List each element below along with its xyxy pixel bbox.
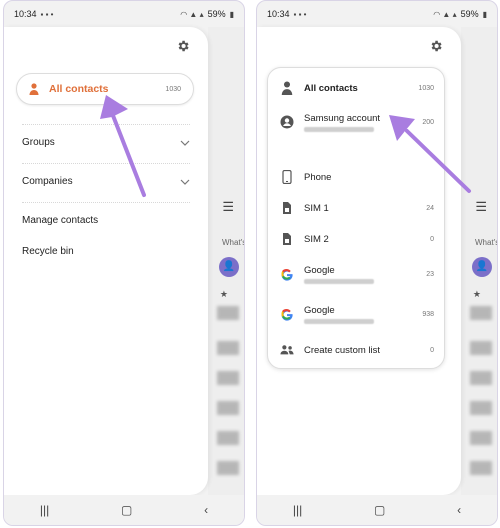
recycle-bin-item[interactable]: Recycle bin xyxy=(22,246,190,257)
status-time: 10:34 xyxy=(267,9,290,19)
source-count: 0 xyxy=(430,346,434,354)
blurred-contact xyxy=(217,401,239,415)
contacts-source-dropdown: All contacts 1030 Samsung account 200 Ph… xyxy=(267,67,445,369)
blurred-contact xyxy=(470,431,492,445)
navigation-drawer: All contacts 1030 Samsung account 200 Ph… xyxy=(257,27,461,495)
left-phone-screen: 10:34 ▪ ▪ • ◠ ▲ ▴ 59% ▮ ☰ What's 👤 ★ All… xyxy=(3,0,245,526)
home-icon[interactable]: ▢ xyxy=(374,503,385,517)
source-item-samsung-account[interactable]: Samsung account 200 xyxy=(268,108,444,136)
blurred-contact xyxy=(217,371,239,385)
avatar-icon[interactable]: 👤 xyxy=(219,257,239,277)
source-item-create-custom-list[interactable]: Create custom list 0 xyxy=(268,338,444,362)
recents-icon[interactable]: ||| xyxy=(40,503,49,517)
chevron-down-icon xyxy=(180,140,190,146)
notification-icons: ▪ ▪ • xyxy=(40,9,54,19)
hamburger-icon[interactable]: ☰ xyxy=(222,199,234,215)
blurred-contact xyxy=(470,341,492,355)
source-count: 1030 xyxy=(418,84,434,92)
blurred-contact xyxy=(470,306,492,320)
home-icon[interactable]: ▢ xyxy=(121,503,132,517)
source-item-sim-2[interactable]: SIM 2 0 xyxy=(268,227,444,251)
blurred-contact xyxy=(217,461,239,475)
source-label: SIM 2 xyxy=(304,233,329,245)
phone-icon xyxy=(282,170,292,184)
notification-icons: ▪ ▪ • xyxy=(293,9,307,19)
recycle-bin-label: Recycle bin xyxy=(22,246,74,257)
blurred-contact xyxy=(470,371,492,385)
battery-text: 59% xyxy=(460,9,479,19)
status-bar: 10:34 ▪ ▪ • ◠ ▲ ▴ 59% ▮ xyxy=(257,1,497,27)
companies-label: Companies xyxy=(22,176,73,187)
status-bar: 10:34 ▪ ▪ • ◠ ▲ ▴ 59% ▮ xyxy=(4,1,244,27)
blurred-account-email xyxy=(304,319,374,324)
person-icon xyxy=(281,81,293,95)
whats-new-text: What's xyxy=(222,238,244,247)
source-count: 200 xyxy=(422,118,434,126)
divider xyxy=(22,163,190,164)
signal-icons: ◠ ▲ ▴ xyxy=(433,9,457,19)
source-count: 24 xyxy=(426,204,434,212)
source-label: Create custom list xyxy=(304,344,381,356)
blurred-contact xyxy=(470,461,492,475)
battery-icon: ▮ xyxy=(482,9,487,19)
source-item-google[interactable]: Google 938 xyxy=(268,300,444,328)
all-contacts-button[interactable]: All contacts 1030 xyxy=(16,73,194,105)
blurred-contact xyxy=(217,306,239,320)
recents-icon[interactable]: ||| xyxy=(293,503,302,517)
group-icon xyxy=(280,345,294,355)
back-icon[interactable]: ‹ xyxy=(204,503,208,517)
companies-item[interactable]: Companies xyxy=(22,176,190,187)
source-item-google[interactable]: Google 23 xyxy=(268,260,444,288)
avatar-icon[interactable]: 👤 xyxy=(472,257,492,277)
source-label: Google xyxy=(304,304,335,316)
sim-icon xyxy=(283,202,291,214)
blurred-contact xyxy=(217,431,239,445)
sim-icon xyxy=(283,233,291,245)
navigation-drawer: All contacts 1030 Groups Companies Manag… xyxy=(4,27,208,495)
blurred-account-email xyxy=(304,279,374,284)
battery-text: 59% xyxy=(207,9,226,19)
all-contacts-label: All contacts xyxy=(49,83,109,95)
manage-contacts-label: Manage contacts xyxy=(22,215,99,226)
settings-gear-icon[interactable] xyxy=(429,39,443,53)
system-navigation-bar: ||| ▢ ‹ xyxy=(4,495,244,525)
source-label: Google xyxy=(304,264,335,276)
star-icon: ★ xyxy=(219,289,228,299)
person-icon xyxy=(29,83,39,95)
status-time: 10:34 xyxy=(14,9,37,19)
source-item-all-contacts[interactable]: All contacts 1030 xyxy=(268,76,444,100)
source-item-sim-1[interactable]: SIM 1 24 xyxy=(268,196,444,220)
all-contacts-count: 1030 xyxy=(165,85,181,93)
account-circle-icon xyxy=(280,115,294,129)
divider xyxy=(22,124,190,125)
signal-icons: ◠ ▲ ▴ xyxy=(180,9,204,19)
source-count: 0 xyxy=(430,235,434,243)
google-icon xyxy=(281,268,293,281)
source-count: 938 xyxy=(422,310,434,318)
google-icon xyxy=(281,308,293,321)
blurred-contact xyxy=(217,341,239,355)
settings-gear-icon[interactable] xyxy=(176,39,190,53)
right-phone-screen: 10:34 ▪ ▪ • ◠ ▲ ▴ 59% ▮ ☰ What's 👤 ★ All… xyxy=(256,0,498,526)
star-icon: ★ xyxy=(472,289,481,299)
source-label: Phone xyxy=(304,171,332,183)
hamburger-icon[interactable]: ☰ xyxy=(475,199,487,215)
system-navigation-bar: ||| ▢ ‹ xyxy=(257,495,497,525)
blurred-contact xyxy=(470,401,492,415)
whats-new-text: What's xyxy=(475,238,497,247)
divider xyxy=(22,202,190,203)
source-item-phone[interactable]: Phone xyxy=(268,165,444,189)
source-label: All contacts xyxy=(304,82,358,94)
back-icon[interactable]: ‹ xyxy=(457,503,461,517)
groups-item[interactable]: Groups xyxy=(22,137,190,148)
blurred-account-email xyxy=(304,127,374,132)
source-label: SIM 1 xyxy=(304,202,329,214)
groups-label: Groups xyxy=(22,137,55,148)
manage-contacts-item[interactable]: Manage contacts xyxy=(22,215,190,226)
battery-icon: ▮ xyxy=(229,9,234,19)
source-count: 23 xyxy=(426,270,434,278)
source-label: Samsung account xyxy=(304,112,381,124)
chevron-down-icon xyxy=(180,179,190,185)
